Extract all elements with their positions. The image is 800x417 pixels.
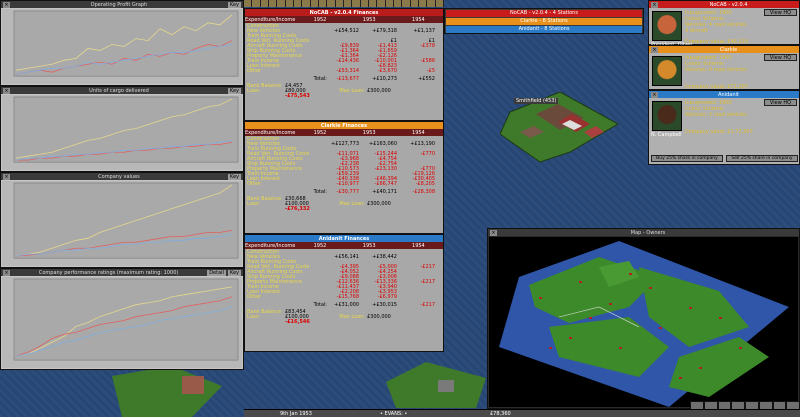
- station-icon[interactable]: [302, 0, 311, 7]
- key-button[interactable]: Key: [227, 87, 241, 94]
- train-icon[interactable]: [352, 0, 361, 7]
- net-row: -£75,543: [285, 92, 310, 99]
- key-button[interactable]: Key: [227, 1, 241, 8]
- net-row: -£76,332: [285, 205, 310, 212]
- close-icon[interactable]: ×: [651, 46, 658, 53]
- window-title: Units of cargo delivered: [89, 87, 149, 94]
- airport-build-icon[interactable]: [427, 0, 436, 7]
- finance-window[interactable]: NoCAB - v2.0.4 Finances Expenditure/Incom…: [244, 8, 444, 121]
- company-title: Anidanit: [718, 91, 739, 98]
- close-icon[interactable]: ×: [3, 269, 10, 276]
- finance-row: Other -£15,768 -£6,979: [247, 293, 397, 300]
- key-button[interactable]: Key: [227, 173, 241, 180]
- landscape-icon[interactable]: [435, 0, 444, 7]
- president-portrait: [652, 11, 682, 41]
- window-title: Company values: [98, 173, 140, 180]
- map-title: Map - Owners: [630, 229, 666, 236]
- map-window[interactable]: × Map - Owners: [487, 228, 800, 409]
- company-info: Inaugurated: 1950 Colour Scheme: Vehicles:…: [685, 10, 747, 34]
- close-icon[interactable]: ×: [3, 87, 10, 94]
- league-row[interactable]: Clarkie - 8 Stations: [446, 18, 642, 25]
- window-title: Company performance ratings (maximum rat…: [38, 269, 179, 276]
- subsidy-icon[interactable]: [293, 0, 303, 7]
- graph-window-company-values[interactable]: × Company values Key: [0, 172, 244, 268]
- company-value: Company value: £1,72,307: [685, 129, 753, 135]
- industry-icon[interactable]: [343, 0, 353, 7]
- finance-row: Other -£10,977 -£66,747 -£8,205: [247, 180, 435, 187]
- close-icon[interactable]: ×: [651, 1, 658, 8]
- buy-share-button[interactable]: Buy 25% share in company: [651, 155, 723, 162]
- status-date: 9th Jan 1953: [280, 410, 312, 417]
- sell-share-button[interactable]: Sell 25% share in company: [726, 155, 798, 162]
- window-title: Operating Profit Graph: [90, 1, 148, 8]
- dock-build-icon[interactable]: [418, 0, 428, 7]
- company-panel[interactable]: × NoCAB - v2.0.4 Inaugurated: 1950 Colour S…: [648, 0, 800, 48]
- finance-icon[interactable]: [310, 0, 319, 7]
- fast-forward-icon[interactable]: [252, 0, 261, 7]
- league-row[interactable]: NoCAB - v2.0.4 - 4 Stations: [446, 10, 642, 17]
- close-icon[interactable]: ×: [3, 1, 10, 8]
- finance-title: NoCAB - v2.0.4 Finances: [245, 9, 443, 16]
- president-name: N. Campbell: [651, 132, 682, 138]
- detail-button[interactable]: Detail: [207, 269, 226, 276]
- company-title: NoCAB - v2.0.4: [709, 1, 748, 8]
- graph-plot: [2, 277, 242, 368]
- league-icon[interactable]: [335, 0, 344, 7]
- road-vehicle-icon[interactable]: [360, 0, 369, 7]
- president-portrait: [652, 101, 682, 131]
- finance-window[interactable]: Anidanit Finances Expenditure/Income 1952 1…: [244, 234, 444, 352]
- main-toolbar[interactable]: [244, 0, 444, 7]
- map-icon[interactable]: [277, 0, 286, 7]
- island-bottom-left: [112, 366, 222, 417]
- view-hq-button[interactable]: View HQ: [764, 99, 797, 106]
- close-icon[interactable]: ×: [490, 229, 497, 236]
- company-title: Clarkie: [719, 46, 738, 53]
- president-portrait: [652, 56, 682, 86]
- graph-window-operating-profit[interactable]: × Operating Profit Graph Key: [0, 0, 244, 86]
- road-build-icon[interactable]: [410, 0, 419, 7]
- settings-icon[interactable]: [260, 0, 269, 7]
- view-hq-button[interactable]: View HQ: [764, 9, 797, 16]
- status-news[interactable]: • EVANS: •: [380, 411, 407, 417]
- status-money: £78,360: [490, 410, 511, 417]
- company-panel[interactable]: × Clarkie Inaugurated: 1950 Colour Scheme: V…: [648, 45, 800, 90]
- company-icon[interactable]: [318, 0, 328, 7]
- zoom-in-icon[interactable]: [385, 0, 394, 7]
- net-row: -£16,546: [285, 318, 310, 325]
- finance-total-row: Total: -£13,677 +£10,273 +£552: [313, 75, 435, 82]
- company-info: Inaugurated: 1950 Colour Scheme: Vehicles:…: [685, 100, 747, 118]
- league-row[interactable]: Anidanit - 8 Stations: [446, 26, 642, 33]
- graph-window-performance-ratings[interactable]: × Company performance ratings (maximum ra…: [0, 268, 244, 370]
- minimap-view[interactable]: [489, 237, 798, 407]
- graph-plot: [2, 95, 242, 170]
- town-icon[interactable]: [285, 0, 294, 7]
- company-info: Inaugurated: 1950 Colour Scheme: Vehicles:…: [685, 55, 747, 73]
- pause-icon[interactable]: [244, 0, 253, 7]
- graph-window-cargo-delivered[interactable]: × Units of cargo delivered Key: [0, 86, 244, 172]
- finance-title: Clarkie Finances: [245, 122, 443, 129]
- finance-window[interactable]: Clarkie Finances Expenditure/Income 1952 19…: [244, 121, 444, 234]
- league-table-window[interactable]: NoCAB - v2.0.4 - 4 Stations Clarkie - 8 S…: [444, 8, 644, 34]
- close-icon[interactable]: ×: [3, 173, 10, 180]
- status-bar: 9th Jan 1953 • EVANS: • £78,360: [244, 409, 800, 417]
- graph-plot: [2, 181, 242, 266]
- finance-title: Anidanit Finances: [245, 235, 443, 242]
- company-panel[interactable]: × Anidanit Inaugurated: 1950 Colour Scheme:…: [648, 90, 800, 165]
- zoom-out-icon[interactable]: [393, 0, 403, 7]
- finance-row: Other -£53,314 -£3,670 -£5: [247, 67, 435, 74]
- ship-icon[interactable]: [368, 0, 378, 7]
- rail-build-icon[interactable]: [402, 0, 411, 7]
- graph-icon[interactable]: [327, 0, 336, 7]
- close-icon[interactable]: ×: [651, 91, 658, 98]
- view-hq-button[interactable]: View HQ: [764, 54, 797, 61]
- town-label[interactable]: Smithfield (453): [514, 98, 559, 104]
- key-button[interactable]: Key: [227, 269, 241, 276]
- island-bottom-center: [386, 362, 486, 408]
- finance-total-row: Total: -£30,777 +£40,171 -£28,308: [313, 188, 435, 195]
- save-icon[interactable]: [268, 0, 278, 7]
- aircraft-icon[interactable]: [377, 0, 386, 7]
- graph-plot: [2, 9, 242, 84]
- finance-total-row: Total: +£31,000 +£30,015 -£217: [313, 301, 435, 308]
